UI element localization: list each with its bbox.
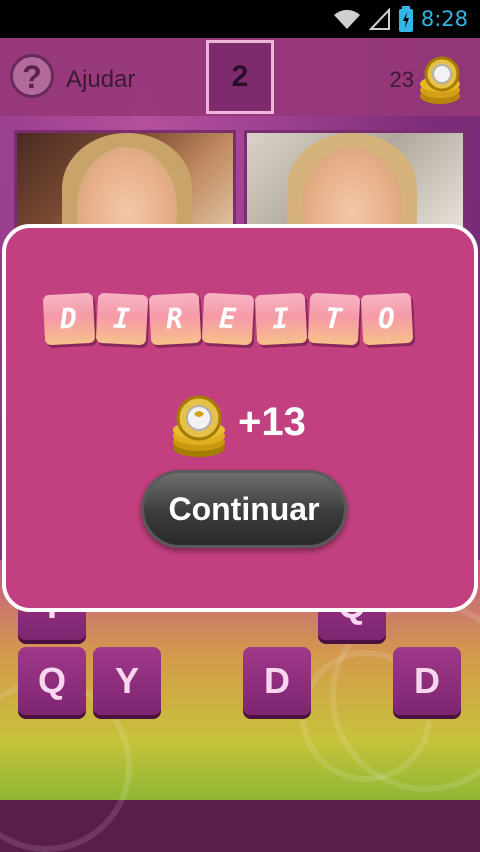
letter-tile[interactable]: Y xyxy=(93,647,161,715)
coin-count: 23 xyxy=(389,67,414,92)
battery-icon xyxy=(398,6,413,32)
answer-letter: T xyxy=(307,292,361,346)
clue-photo-2 xyxy=(244,130,466,230)
wifi-icon xyxy=(333,9,360,29)
reward: +13 xyxy=(166,386,386,457)
answer-letter: I xyxy=(95,292,149,346)
letter-tile[interactable]: D xyxy=(243,647,311,715)
answer-letter: I xyxy=(254,292,308,346)
level-indicator: 2 xyxy=(206,40,274,114)
signal-icon xyxy=(368,7,390,30)
letter-tile[interactable]: Q xyxy=(18,647,86,715)
answer-letter: R xyxy=(148,292,202,346)
success-dialog: D I R E I T O +13 Continuar xyxy=(2,224,478,612)
answer-letter: O xyxy=(360,292,414,346)
help-label[interactable]: Ajudar xyxy=(66,66,135,94)
coin-stack-icon xyxy=(420,56,460,104)
coin-stack-icon xyxy=(173,395,225,457)
continue-button[interactable]: Continuar xyxy=(141,470,347,548)
clock: 8:28 xyxy=(420,7,468,31)
help-icon[interactable]: ? xyxy=(10,54,54,98)
letter-tile[interactable]: D xyxy=(393,647,461,715)
reward-amount: +13 xyxy=(238,400,306,444)
answer-word: D I R E I T O xyxy=(42,292,414,346)
status-bar: 8:28 xyxy=(0,0,480,38)
clue-photo-1 xyxy=(14,130,236,230)
answer-letter: E xyxy=(201,292,255,346)
answer-letter: D xyxy=(42,292,96,346)
